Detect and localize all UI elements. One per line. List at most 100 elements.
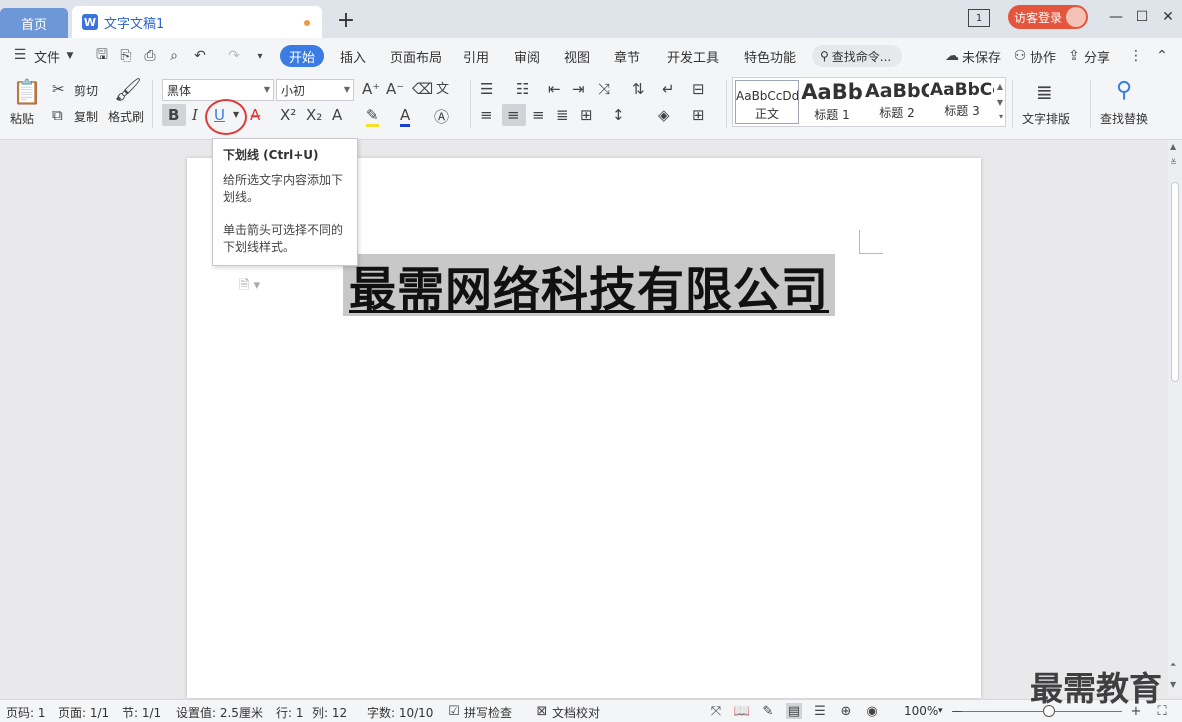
- numbered-list-icon[interactable]: ☷: [516, 80, 529, 98]
- save-icon[interactable]: 🖫: [94, 47, 110, 64]
- styles-scroll-down-icon[interactable]: ▼: [997, 98, 1003, 107]
- styles-scroll-up-icon[interactable]: ▲: [997, 82, 1003, 91]
- page-view-icon[interactable]: ▤: [786, 703, 802, 719]
- distribute-icon[interactable]: ⊞: [580, 106, 593, 124]
- highlight-color-icon[interactable]: ✎: [366, 106, 379, 127]
- borders-icon[interactable]: ⊞: [692, 106, 705, 124]
- phonetic-guide-icon[interactable]: 文: [436, 78, 449, 97]
- print-preview-icon[interactable]: ⌕: [166, 48, 182, 64]
- window-view-icon[interactable]: 1: [968, 9, 990, 27]
- menu-page-layout[interactable]: 页面布局: [390, 47, 442, 66]
- paragraph-handle-icon[interactable]: 🗎 ▾: [239, 276, 260, 298]
- minimize-button[interactable]: —: [1104, 6, 1128, 28]
- font-color-icon[interactable]: A: [400, 106, 411, 127]
- status-page[interactable]: 页码: 1: [6, 704, 46, 721]
- selected-text[interactable]: 最需网络科技有限公司: [343, 254, 835, 318]
- web-view-icon[interactable]: ⊕: [838, 703, 854, 719]
- scroll-top-icon[interactable]: ≚: [1170, 158, 1177, 167]
- shading-icon[interactable]: ◈: [658, 106, 670, 124]
- new-tab-button[interactable]: +: [334, 8, 358, 33]
- menu-developer[interactable]: 开发工具: [667, 47, 719, 66]
- tab-document[interactable]: W 文字文稿1: [72, 6, 322, 38]
- print-icon[interactable]: ⎙: [142, 48, 158, 64]
- login-button[interactable]: 访客登录: [1008, 5, 1088, 29]
- fullscreen-icon[interactable]: ⤧: [708, 703, 724, 719]
- format-painter-icon[interactable]: 🖌: [114, 78, 142, 103]
- scrollbar-thumb[interactable]: [1171, 182, 1179, 382]
- cut-button[interactable]: 剪切: [74, 82, 98, 99]
- menu-references[interactable]: 引用: [463, 47, 489, 66]
- format-painter-button[interactable]: 格式刷: [108, 108, 144, 125]
- grow-font-icon[interactable]: A⁺: [362, 80, 380, 98]
- close-button[interactable]: ✕: [1156, 6, 1180, 28]
- clear-format-icon[interactable]: ⌫: [412, 80, 433, 98]
- scroll-up-icon[interactable]: ▲: [1170, 142, 1176, 151]
- bullet-list-icon[interactable]: ☰: [480, 80, 493, 98]
- maximize-button[interactable]: ☐: [1130, 6, 1154, 28]
- bold-button[interactable]: B: [168, 106, 179, 124]
- sort-icon[interactable]: ⇅: [632, 80, 645, 98]
- proofread-button[interactable]: 文档校对: [552, 704, 600, 721]
- zoom-dropdown-icon[interactable]: ▾: [938, 706, 943, 716]
- paste-icon[interactable]: 📋: [12, 78, 42, 106]
- style-heading-3[interactable]: AaBbCc 标题 3: [930, 80, 994, 124]
- line-spacing-icon[interactable]: ↕: [612, 106, 625, 124]
- read-mode-icon[interactable]: 📖: [734, 703, 750, 719]
- find-replace-button[interactable]: 查找替换: [1100, 110, 1148, 127]
- styles-more-icon[interactable]: ▾: [999, 112, 1003, 121]
- status-word-count[interactable]: 字数: 10/10: [367, 704, 433, 721]
- scroll-down-icon[interactable]: ▼: [1170, 680, 1176, 689]
- chevron-down-icon[interactable]: ▼: [62, 48, 78, 64]
- menu-review[interactable]: 审阅: [514, 47, 540, 66]
- menu-view[interactable]: 视图: [564, 47, 590, 66]
- show-marks-icon[interactable]: ↵: [662, 80, 675, 98]
- strikethrough-icon[interactable]: A̶: [250, 106, 260, 124]
- text-layout-icon[interactable]: ≣: [1036, 80, 1053, 104]
- menu-home[interactable]: 开始: [280, 45, 324, 67]
- tab-stops-icon[interactable]: ⊟: [692, 80, 705, 98]
- unsaved-status[interactable]: 未保存: [962, 47, 1001, 66]
- export-icon[interactable]: ⎘: [118, 48, 134, 64]
- tab-home[interactable]: 首页: [0, 8, 68, 38]
- scroll-prev-page-icon[interactable]: ⏶: [1170, 660, 1176, 670]
- eye-protect-icon[interactable]: ◉: [864, 703, 880, 719]
- justify-icon[interactable]: ≣: [556, 106, 569, 124]
- copy-icon[interactable]: ⧉: [52, 106, 63, 124]
- menu-file[interactable]: 文件: [34, 47, 60, 66]
- collaborate-button[interactable]: 协作: [1030, 47, 1056, 66]
- vertical-scrollbar[interactable]: ▲ ≚ ⏶ ▼: [1168, 140, 1182, 696]
- style-normal[interactable]: AaBbCcDd 正文: [735, 80, 799, 124]
- outline-view-icon[interactable]: ☰: [812, 703, 828, 719]
- copy-button[interactable]: 复制: [74, 108, 98, 125]
- scissors-icon[interactable]: ✂: [52, 80, 65, 98]
- char-border-icon[interactable]: Ⓐ: [434, 106, 449, 127]
- increase-indent-icon[interactable]: ⇥: [572, 80, 585, 98]
- text-layout-button[interactable]: 文字排版: [1022, 110, 1070, 127]
- edit-mode-icon[interactable]: ✎: [760, 703, 776, 719]
- italic-button[interactable]: I: [192, 106, 198, 124]
- shrink-font-icon[interactable]: A⁻: [386, 80, 404, 98]
- font-name-select[interactable]: 黑体 ▼: [162, 79, 274, 101]
- zoom-level[interactable]: 100%: [904, 704, 938, 718]
- style-heading-1[interactable]: AaBb 标题 1: [800, 80, 864, 124]
- spell-check-button[interactable]: 拼写检查: [464, 704, 512, 721]
- magnifier-icon[interactable]: ⚲: [1116, 78, 1132, 103]
- command-search[interactable]: ⚲ 查找命令...: [812, 45, 902, 67]
- style-heading-2[interactable]: AaBbC 标题 2: [865, 80, 929, 124]
- undo-icon[interactable]: ↶: [192, 48, 208, 64]
- subscript-icon[interactable]: X₂: [306, 106, 322, 124]
- font-size-select[interactable]: 小初 ▼: [276, 79, 354, 101]
- menu-section[interactable]: 章节: [614, 47, 640, 66]
- collapse-ribbon-icon[interactable]: ⌃: [1154, 48, 1170, 64]
- document-heading[interactable]: 最需网络科技有限公司: [349, 251, 829, 320]
- redo-icon[interactable]: ↷: [226, 48, 242, 64]
- share-button[interactable]: 分享: [1084, 47, 1110, 66]
- zoom-slider-track[interactable]: [962, 711, 1122, 712]
- align-right-icon[interactable]: ≡: [532, 106, 545, 124]
- align-left-icon[interactable]: ≡: [480, 106, 493, 124]
- chinese-layout-icon[interactable]: ⤨: [598, 80, 610, 98]
- menu-insert[interactable]: 插入: [340, 47, 366, 66]
- superscript-icon[interactable]: X²: [280, 106, 296, 124]
- customize-toolbar-icon[interactable]: ▾: [252, 48, 268, 64]
- decrease-indent-icon[interactable]: ⇤: [548, 80, 561, 98]
